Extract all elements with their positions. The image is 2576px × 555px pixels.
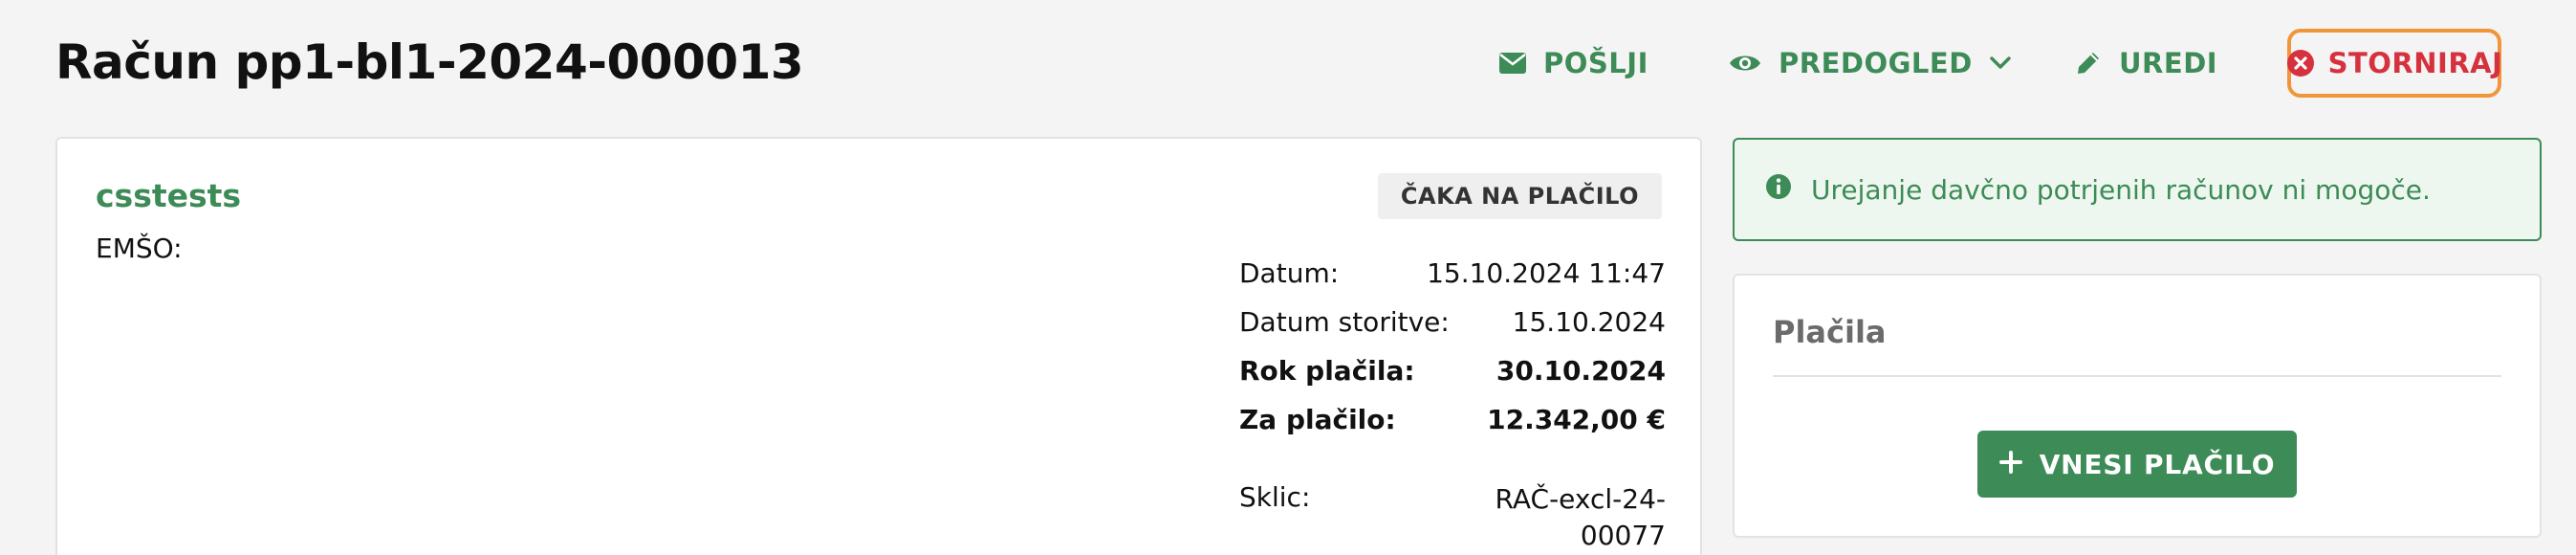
meta-label: Za plačilo: (1239, 404, 1396, 435)
meta-label: Sklic: (1239, 481, 1311, 513)
preview-button[interactable]: PREDOGLED (1729, 29, 2011, 98)
meta-row-reference: Sklic: RAČ-excl-24- 00077 (1239, 481, 1666, 554)
emso-label: EMŠO: (96, 233, 183, 264)
reference-value: RAČ-excl-24- 00077 (1495, 481, 1666, 554)
divider (1773, 375, 2501, 377)
reference-value-line2: 00077 (1580, 520, 1666, 551)
invoice-card: csstests EMŠO: ČAKA NA PLAČILO Datum: 15… (55, 137, 1702, 555)
status-badge: ČAKA NA PLAČILO (1377, 173, 1662, 219)
meta-value: 15.10.2024 (1512, 306, 1666, 338)
meta-row-date: Datum: 15.10.2024 11:47 (1239, 257, 1666, 289)
pencil-icon (2075, 50, 2102, 77)
meta-label: Datum storitve: (1239, 306, 1450, 338)
payments-title: Plačila (1773, 314, 1887, 350)
notice-text: Urejanje davčno potrjenih računov ni mog… (1811, 173, 2431, 206)
meta-row-service-date: Datum storitve: 15.10.2024 (1239, 306, 1666, 338)
meta-value: 30.10.2024 (1495, 355, 1666, 387)
x-circle-icon (2286, 49, 2315, 78)
storno-button[interactable]: STORNIRAJ (2286, 29, 2503, 98)
eye-icon (1729, 52, 1761, 75)
add-payment-label: VNESI PLAČILO (2039, 448, 2276, 480)
invoice-page: Račun pp1-bl1-2024-000013 POŠLJI PREDOGL… (0, 0, 2576, 555)
page-title: Račun pp1-bl1-2024-000013 (55, 34, 804, 90)
edit-disabled-notice: Urejanje davčno potrjenih računov ni mog… (1733, 138, 2542, 241)
preview-label: PREDOGLED (1779, 47, 1973, 79)
reference-value-line1: RAČ-excl-24- (1495, 483, 1666, 515)
meta-label: Datum: (1239, 257, 1340, 289)
chevron-down-icon (1990, 56, 2011, 70)
meta-label: Rok plačila: (1239, 355, 1415, 387)
storno-label: STORNIRAJ (2327, 47, 2503, 79)
edit-label: UREDI (2119, 47, 2218, 79)
meta-value: 12.342,00 € (1487, 404, 1666, 435)
send-label: POŠLJI (1543, 47, 1648, 79)
meta-value: 15.10.2024 11:47 (1427, 257, 1666, 289)
edit-button[interactable]: UREDI (2075, 29, 2217, 98)
info-icon (1765, 173, 1792, 207)
add-payment-button[interactable]: VNESI PLAČILO (1977, 431, 2297, 498)
meta-row-amount-due: Za plačilo: 12.342,00 € (1239, 404, 1666, 435)
payments-card: Plačila VNESI PLAČILO (1733, 274, 2542, 538)
customer-name[interactable]: csstests (96, 177, 241, 214)
send-button[interactable]: POŠLJI (1499, 29, 1648, 98)
plus-icon (1998, 449, 2022, 480)
meta-row-due-date: Rok plačila: 30.10.2024 (1239, 355, 1666, 387)
envelope-icon (1499, 53, 1526, 74)
